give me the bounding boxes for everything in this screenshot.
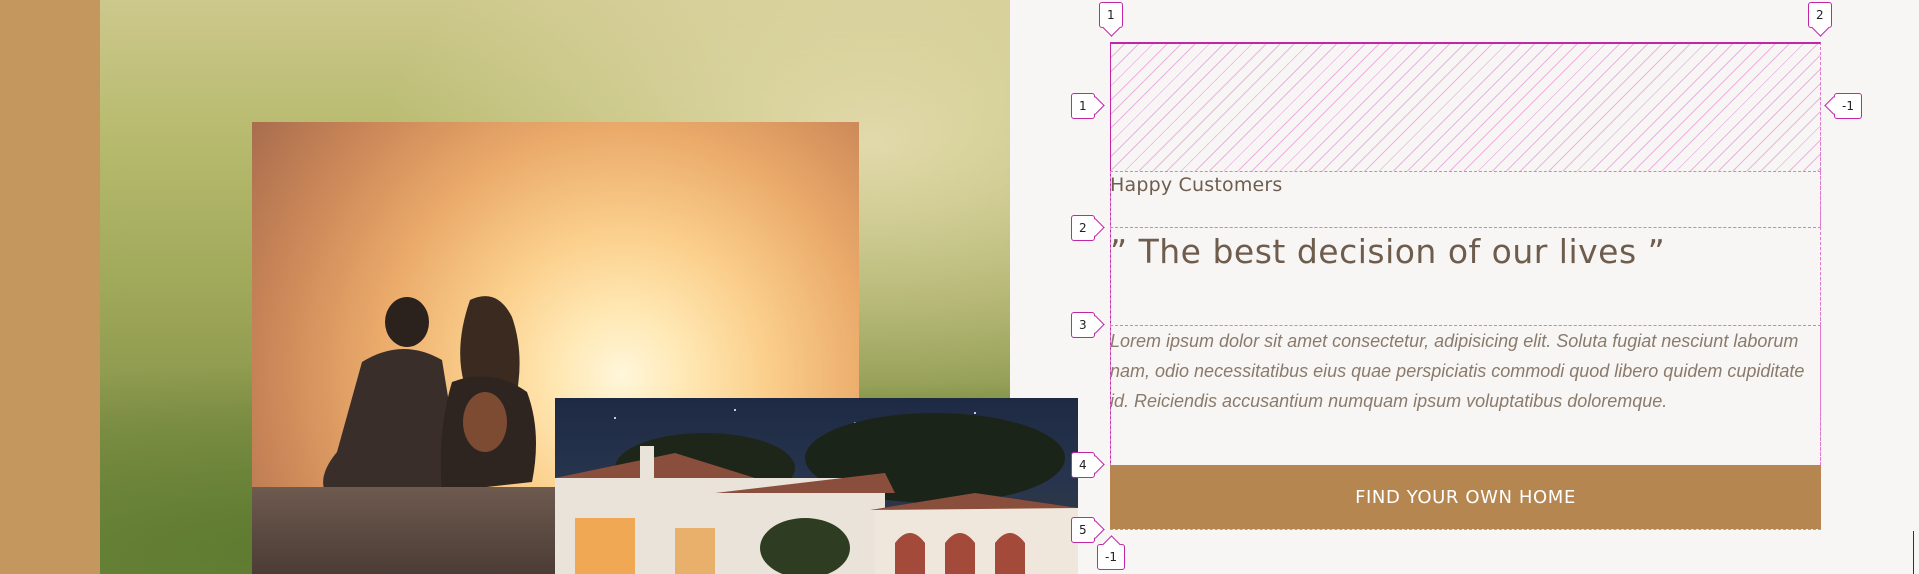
grid-row-marker-2-label: 2 xyxy=(1079,221,1087,235)
grid-column-marker-2: 2 xyxy=(1808,2,1832,28)
grid-row-marker-5: 5 xyxy=(1071,517,1095,543)
grid-column-marker-1: 1 xyxy=(1099,2,1123,28)
testimonial-headline: ” The best decision of our lives ” xyxy=(1110,232,1666,271)
find-your-home-button[interactable]: FIND YOUR OWN HOME xyxy=(1110,465,1821,529)
section-subtitle: Happy Customers xyxy=(1110,174,1283,196)
grid-row-end-marker-label: -1 xyxy=(1842,99,1854,113)
scrollbar-edge[interactable] xyxy=(1913,531,1914,574)
grid-hatched-area xyxy=(1110,42,1821,171)
grid-column-end-marker: -1 xyxy=(1097,544,1125,570)
grid-row-marker-5-label: 5 xyxy=(1079,523,1087,537)
grid-column-marker-1-label: 1 xyxy=(1107,8,1115,22)
villa-night-photo xyxy=(555,398,1078,574)
grid-row-marker-3-label: 3 xyxy=(1079,318,1087,332)
grid-row-marker-3: 3 xyxy=(1071,312,1095,338)
testimonial-body: Lorem ipsum dolor sit amet consectetur, … xyxy=(1110,331,1805,411)
grid-row-marker-1: 1 xyxy=(1071,93,1095,119)
grid-column-end-marker-label: -1 xyxy=(1105,550,1117,564)
grid-row-end-marker: -1 xyxy=(1834,93,1862,119)
grid-row-marker-4-label: 4 xyxy=(1079,458,1087,472)
grid-row-marker-1-label: 1 xyxy=(1079,99,1087,113)
villa-illustration xyxy=(555,409,1078,574)
side-color-strip xyxy=(0,0,100,574)
grid-row-marker-2: 2 xyxy=(1071,215,1095,241)
grid-row-marker-4: 4 xyxy=(1071,452,1095,478)
grid-column-marker-2-label: 2 xyxy=(1816,8,1824,22)
